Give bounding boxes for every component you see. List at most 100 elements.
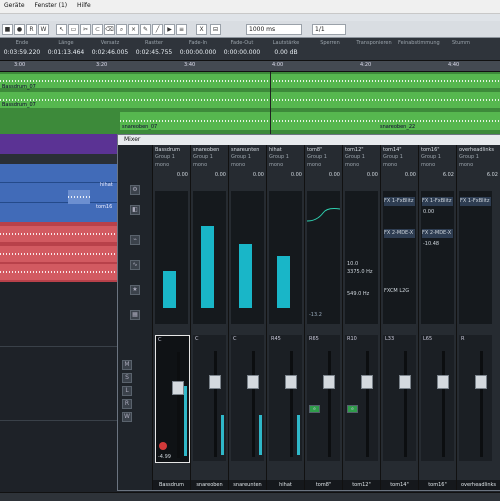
fader-track[interactable] [214, 351, 217, 457]
channel-gain[interactable]: 6.02 [487, 172, 498, 178]
channel-footer-label[interactable]: hihat [267, 480, 304, 490]
listen-button[interactable]: L [122, 386, 132, 396]
glue-tool-icon[interactable]: ⊂ [92, 24, 103, 35]
fader-handle[interactable] [323, 375, 335, 389]
channel-strip-overheadlinks[interactable]: overheadlinks Group 1 mono 6.02 FX 1-FxB… [457, 145, 500, 490]
write-button[interactable]: W [38, 24, 49, 35]
channel-strip-tom14[interactable]: tom14" Group 1 mono 0.00 FX 1-FxBlitz FX… [381, 145, 419, 490]
fx-send-value-1[interactable]: 0.00 [423, 209, 434, 215]
info-ende[interactable]: Ende 0:03:59.220 [2, 40, 42, 56]
pan-value[interactable]: R65 [309, 336, 319, 342]
track-lane-bassdrum[interactable]: Bassdrum_07 Bassdrum_07 [0, 72, 500, 110]
menu-fenster[interactable]: Fenster (1) [30, 0, 71, 11]
channel-gain[interactable]: 0.00 [215, 172, 226, 178]
channel-gain[interactable]: 0.00 [367, 172, 378, 178]
read-button[interactable]: R [26, 24, 37, 35]
star-icon[interactable]: ★ [130, 285, 140, 295]
fader-handle[interactable] [209, 375, 221, 389]
link-icon[interactable]: ⌁ [130, 235, 140, 245]
pan-value[interactable]: C [233, 336, 237, 342]
channel-footer-label[interactable]: tom8" [305, 480, 342, 490]
menu-hilfe[interactable]: Hilfe [73, 0, 95, 11]
fader-track[interactable] [252, 351, 255, 457]
fader-handle[interactable] [475, 375, 487, 389]
eq-freq[interactable]: 10.0 [347, 261, 358, 267]
channel-strip-tom8[interactable]: tom8" Group 1 mono 0.00 -13.2 R65 e tom8… [305, 145, 343, 490]
fader-track[interactable] [404, 351, 407, 457]
zoom-tool-icon[interactable]: ⌕ [116, 24, 127, 35]
audio-clip[interactable] [68, 190, 90, 204]
read-button[interactable]: R [122, 399, 132, 409]
channel-strip-tom16[interactable]: tom16" Group 1 mono 6.02 FX 1-FxBlitz 0.… [419, 145, 457, 490]
range-tool-icon[interactable]: ▭ [68, 24, 79, 35]
channel-gain[interactable]: 0.00 [177, 172, 188, 178]
eq-gain[interactable]: -13.2 [309, 312, 322, 318]
fader-track[interactable] [480, 351, 483, 457]
mute-button[interactable]: M [122, 360, 132, 370]
mute-tool-icon[interactable]: × [128, 24, 139, 35]
fx-send-1[interactable]: FX 1-FxBlitz [460, 197, 491, 206]
audio-clip[interactable] [0, 92, 500, 108]
write-button[interactable]: W [122, 412, 132, 422]
grid-select[interactable]: 1000 ms [246, 24, 302, 35]
channel-footer-label[interactable]: Bassdrum [153, 480, 190, 490]
channel-strip-hihat[interactable]: hihat Group 1 mono 0.00 R45 hihat [267, 145, 305, 490]
channel-strip-tom12[interactable]: tom12" Group 1 mono 0.00 10.0 3375.0 Hz … [343, 145, 381, 490]
erase-tool-icon[interactable]: ⌫ [104, 24, 115, 35]
channel-strip-bassdrum[interactable]: Bassdrum Group 1 mono 0.00 C -4.99 Bassd… [153, 145, 191, 490]
channel-gain[interactable]: 6.02 [443, 172, 454, 178]
fader-track[interactable] [366, 351, 369, 457]
fx-send-3[interactable]: FXCM L2G [384, 287, 415, 296]
timeline-ruler[interactable]: 3:00 3:20 3:40 4:00 4:20 4:40 [0, 61, 500, 72]
channel-insert-area[interactable]: FX 1-FxBlitz FX 2-MDE-X FXCM L2G [383, 191, 416, 324]
pan-value[interactable]: C [158, 337, 162, 343]
channel-footer-label[interactable]: tom16" [419, 480, 456, 490]
fx-send-1[interactable]: FX 1-FxBlitz [422, 197, 453, 206]
channel-footer-label[interactable]: tom14" [381, 480, 418, 490]
channel-eq-area[interactable]: 10.0 3375.0 Hz 549.0 Hz [345, 191, 378, 324]
eq-icon[interactable]: ∿ [130, 260, 140, 270]
fader-track[interactable] [328, 351, 331, 457]
channel-gain[interactable]: 0.00 [291, 172, 302, 178]
fader-handle[interactable] [285, 375, 297, 389]
channel-gain[interactable]: 0.00 [329, 172, 340, 178]
fx-send-1[interactable]: FX 1-FxBlitz [384, 197, 415, 206]
channel-gain[interactable]: 0.00 [405, 172, 416, 178]
info-mute[interactable]: Stumm [446, 40, 476, 49]
fx-send-2[interactable]: FX 2-MDE-X [384, 229, 415, 238]
snap-mode[interactable]: X [196, 24, 207, 35]
settings-icon[interactable]: ⚙ [130, 185, 140, 195]
eq-hz[interactable]: 3375.0 Hz [347, 269, 372, 275]
channel-footer-label[interactable]: tom12" [343, 480, 380, 490]
solo-button[interactable]: S [122, 373, 132, 383]
channel-eq-area[interactable]: -13.2 [307, 191, 340, 324]
info-laenge[interactable]: Länge 0:01:13.464 [46, 40, 86, 56]
fader-track[interactable] [290, 351, 293, 457]
line-tool-icon[interactable]: ╱ [152, 24, 163, 35]
audio-clip[interactable] [120, 112, 500, 130]
monitor-button[interactable]: ● [14, 24, 25, 35]
playhead[interactable] [270, 72, 271, 134]
info-volume[interactable]: Lautstärke 0.00 dB [266, 40, 306, 56]
pan-value[interactable]: R10 [347, 336, 357, 342]
fader-track[interactable] [442, 351, 445, 457]
fader-handle[interactable] [172, 381, 184, 395]
fx-send-2[interactable]: FX 2-MDE-X [422, 229, 453, 238]
pan-value[interactable]: C [195, 336, 199, 342]
grid-icon[interactable]: ▦ [130, 310, 140, 320]
pan-value[interactable]: R45 [271, 336, 281, 342]
channel-footer-label[interactable]: snareoben [191, 480, 228, 490]
info-finetune[interactable]: Feinabstimmung [398, 40, 440, 49]
menu-geraete[interactable]: Geräte [0, 0, 29, 11]
info-fadein[interactable]: Fade-In 0:00:00.000 [178, 40, 218, 56]
record-button[interactable] [159, 442, 167, 450]
fader-handle[interactable] [361, 375, 373, 389]
comp-tool-icon[interactable]: ≡ [176, 24, 187, 35]
info-raster[interactable]: Rastter 0:02:45.755 [134, 40, 174, 56]
pan-value[interactable]: R [461, 336, 464, 342]
fader-handle[interactable] [247, 375, 259, 389]
edit-button[interactable]: e [309, 405, 320, 413]
audio-clip[interactable] [0, 246, 117, 262]
fader-value[interactable]: -4.99 [158, 454, 171, 460]
info-transpose[interactable]: Transponieren [354, 40, 394, 49]
